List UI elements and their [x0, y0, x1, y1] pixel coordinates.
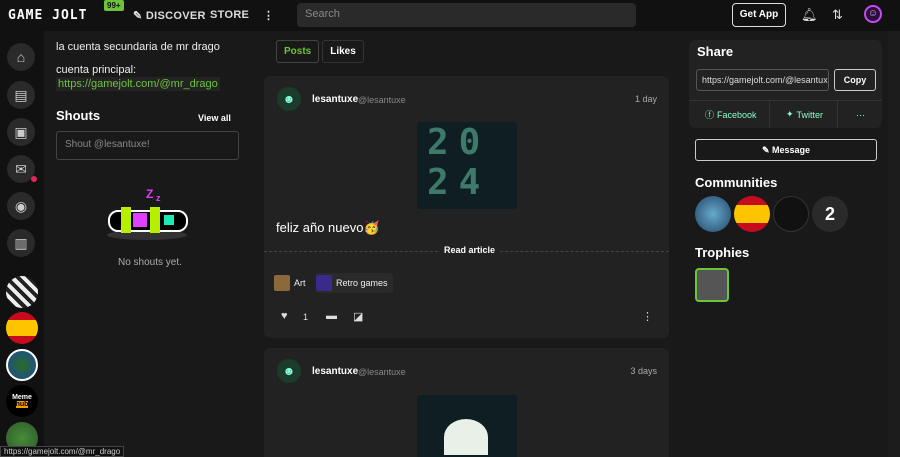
- post-card[interactable]: ☻ lesantuxe @lesantuxe 1 day 20 24 feliz…: [264, 76, 669, 338]
- trophies-title: Trophies: [695, 245, 750, 260]
- shouts-title: Shouts: [56, 108, 101, 123]
- robot-head-shape: [444, 419, 488, 455]
- author-avatar[interactable]: ☻: [277, 87, 301, 111]
- facebook-icon: ⓕ: [705, 110, 715, 120]
- post-image[interactable]: [417, 395, 517, 457]
- post-time: 1 day: [634, 94, 657, 104]
- more-share-button[interactable]: ···: [837, 100, 882, 128]
- art-year-bottom: 24: [427, 162, 491, 203]
- tab-posts[interactable]: Posts: [276, 40, 320, 63]
- bio-text: la cuenta secundaria de mr drago: [56, 41, 220, 53]
- comment-icon[interactable]: ▬: [326, 310, 337, 322]
- read-article-link[interactable]: Read article: [439, 245, 501, 255]
- notification-count-badge: 99+: [104, 0, 124, 11]
- tag-art[interactable]: Art: [274, 273, 311, 293]
- post-text: feliz año nuevo🥳: [276, 220, 380, 235]
- trophy-icon[interactable]: [695, 268, 729, 302]
- user-avatar[interactable]: ☺: [864, 5, 882, 23]
- message-icon: ✎: [761, 145, 772, 155]
- page-scrollbar[interactable]: [888, 31, 900, 457]
- main-account-link[interactable]: https://gamejolt.com/@mr_drago: [56, 77, 220, 91]
- read-article-divider: Read article: [264, 245, 669, 265]
- message-button[interactable]: ✎ Message: [695, 139, 877, 161]
- store-link[interactable]: STORE: [210, 9, 249, 21]
- post-time: 3 days: [630, 366, 657, 376]
- home-icon[interactable]: ⌂: [7, 43, 35, 71]
- shout-input[interactable]: Shout @lesantuxe!: [56, 131, 239, 160]
- sticker-icon[interactable]: ◪: [353, 310, 363, 323]
- community-rainbow-icon[interactable]: [773, 196, 809, 232]
- author-handle: @lesantuxe: [358, 367, 406, 377]
- svg-text:Z: Z: [146, 187, 153, 201]
- discover-link[interactable]: ✎ DISCOVER: [133, 9, 206, 22]
- facebook-share-button[interactable]: ⓕ Facebook: [689, 100, 769, 128]
- share-panel: Share https://gamejolt.com/@lesantuxe Co…: [689, 40, 882, 128]
- share-title: Share: [697, 44, 734, 59]
- community-meme-hub-icon[interactable]: Meme hub: [6, 385, 38, 417]
- bell-icon[interactable]: 🔔︎: [801, 7, 818, 23]
- share-url-field[interactable]: https://gamejolt.com/@lesantuxe: [696, 69, 829, 91]
- post-image[interactable]: 20 24: [417, 122, 517, 209]
- art-tag-icon: [274, 275, 290, 291]
- community-spain-flag-icon[interactable]: [734, 196, 770, 232]
- twitter-icon: ✦: [786, 109, 794, 119]
- sleeping-robot-illustration: Z z: [107, 187, 188, 240]
- community-pixel-icon[interactable]: [6, 276, 38, 308]
- main-account-label: cuenta principal:: [56, 64, 137, 76]
- tag-retro-games[interactable]: Retro games: [316, 273, 393, 293]
- art-year-top: 20: [427, 122, 491, 163]
- no-shouts-text: No shouts yet.: [118, 257, 182, 268]
- author-name[interactable]: lesantuxe: [312, 94, 358, 105]
- communities-title: Communities: [695, 175, 778, 190]
- tab-likes[interactable]: Likes: [322, 40, 364, 63]
- library-icon[interactable]: ▥: [7, 229, 35, 257]
- post-card[interactable]: ☻ lesantuxe @lesantuxe 3 days: [264, 348, 669, 457]
- community-robot-icon[interactable]: [695, 196, 731, 232]
- chat-icon[interactable]: ◉: [7, 192, 35, 220]
- post-more-icon[interactable]: ⋮: [642, 310, 653, 323]
- like-heart-icon[interactable]: ♥: [281, 310, 288, 322]
- search-input[interactable]: Search: [297, 3, 636, 27]
- left-sidebar: ⌂ ▤ ▣ ✉ ◉ ▥ Meme hub: [0, 31, 44, 457]
- compass-icon: ✎: [133, 10, 143, 22]
- store-icon[interactable]: ▤: [7, 81, 35, 109]
- author-handle: @lesantuxe: [358, 95, 406, 105]
- community-brazil-icon[interactable]: [6, 349, 38, 381]
- unread-dot: [31, 176, 37, 182]
- view-all-link[interactable]: View all: [198, 113, 231, 123]
- get-app-button[interactable]: Get App: [732, 3, 786, 27]
- copy-button[interactable]: Copy: [834, 69, 876, 91]
- gamejolt-logo[interactable]: GAME JOLT: [8, 8, 87, 23]
- community-2-icon[interactable]: 2: [812, 196, 848, 232]
- backpack-icon[interactable]: ▣: [7, 118, 35, 146]
- profile-tabs: Posts Likes: [276, 40, 364, 63]
- community-spain-flag-icon[interactable]: [6, 312, 38, 344]
- author-avatar[interactable]: ☻: [277, 359, 301, 383]
- more-menu-icon[interactable]: ⋮: [263, 9, 274, 22]
- svg-text:z: z: [156, 193, 161, 203]
- like-count: 1: [303, 312, 309, 322]
- status-bar-url: https://gamejolt.com/@mr_drago: [0, 446, 125, 457]
- twitter-share-button[interactable]: ✦ Twitter: [769, 100, 837, 128]
- activity-icon[interactable]: ⇅: [832, 7, 843, 23]
- author-name[interactable]: lesantuxe: [312, 366, 358, 377]
- top-bar: GAME JOLT 99+ ✎ DISCOVER STORE ⋮ Search …: [0, 0, 900, 31]
- retro-games-tag-icon: [316, 275, 332, 291]
